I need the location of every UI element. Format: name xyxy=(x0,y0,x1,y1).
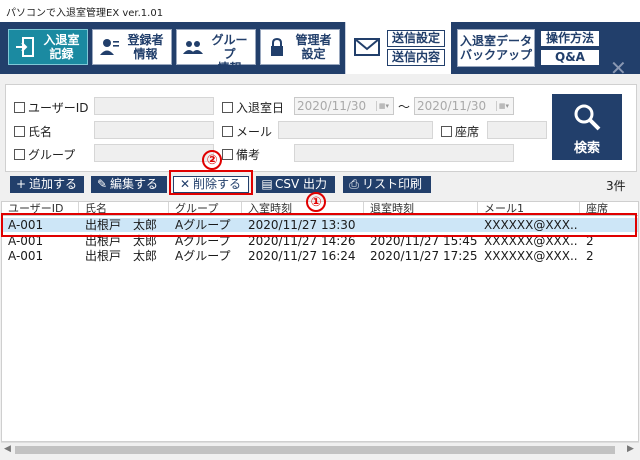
group-icon xyxy=(183,41,203,54)
plus-icon: + xyxy=(15,177,27,191)
group-cell: Aグループ xyxy=(175,249,231,263)
add-button[interactable]: + 追加する xyxy=(10,176,84,193)
edit-label: 編集する xyxy=(110,177,159,191)
checkbox[interactable] xyxy=(222,126,233,137)
delete-button-highlight xyxy=(169,170,253,195)
backup-button[interactable]: 入退室データ バックアップ xyxy=(457,29,535,67)
user-id-label: ユーザーID xyxy=(28,101,89,115)
close-icon[interactable]: ✕ xyxy=(610,58,627,78)
remarks-input[interactable] xyxy=(294,144,514,162)
mail-icon xyxy=(354,38,380,56)
remarks-filter[interactable]: 備考 xyxy=(222,146,260,163)
seat-label: 座席 xyxy=(455,125,480,139)
lock-icon xyxy=(271,37,283,56)
exit-time-cell: 2020/11/27 17:25 xyxy=(370,249,478,263)
checkbox[interactable] xyxy=(14,149,25,160)
admin-settings-label: 管理者 設定 xyxy=(295,33,332,61)
checkbox[interactable] xyxy=(14,126,25,137)
date-from-picker[interactable]: 2020/11/30 ▦▾ xyxy=(294,97,394,115)
date-to-value: 2020/11/30 xyxy=(417,99,487,113)
name-label: 氏名 xyxy=(28,125,53,139)
seat-input[interactable] xyxy=(487,121,547,139)
selected-row-highlight xyxy=(1,213,637,237)
date-to-picker[interactable]: 2020/11/30 ▦▾ xyxy=(414,97,514,115)
checkbox[interactable] xyxy=(222,149,233,160)
name-cell: 出根戸 太郎 xyxy=(85,249,158,263)
register-info-button[interactable]: 登録者 情報 xyxy=(92,29,172,65)
seat-cell: 2 xyxy=(586,249,594,263)
window-title: パソコンで入退室管理EX ver.1.01 xyxy=(6,8,164,19)
add-label: 追加する xyxy=(29,177,78,191)
calendar-dropdown-icon[interactable]: ▦▾ xyxy=(496,101,511,111)
file-icon: ▤ xyxy=(261,177,273,191)
print-label: リスト印刷 xyxy=(362,177,423,191)
scroll-right-icon[interactable]: ▶ xyxy=(627,444,634,454)
entry-record-label: 入退室 記録 xyxy=(43,33,80,61)
csv-label: CSV 出力 xyxy=(275,177,328,191)
callout-1: ① xyxy=(306,192,326,212)
group-input[interactable] xyxy=(94,144,214,162)
checkbox[interactable] xyxy=(441,126,452,137)
print-list-button[interactable]: ⎙ リスト印刷 xyxy=(343,176,431,193)
group-info-label: グループ 情報 xyxy=(211,33,248,75)
table-row[interactable]: A-001 出根戸 太郎 Aグループ 2020/11/27 16:24 2020… xyxy=(2,249,638,263)
scroll-left-icon[interactable]: ◀ xyxy=(4,444,11,454)
group-label: グループ xyxy=(28,148,76,162)
door-enter-icon xyxy=(16,37,34,57)
entry-date-label: 入退室日 xyxy=(236,101,285,115)
records-table: ユーザーID 氏名 グループ 入室時刻 退室時刻 メール1 座席 A-001 出… xyxy=(1,201,639,442)
admin-settings-button[interactable]: 管理者 設定 xyxy=(260,29,340,65)
user-id-cell: A-001 xyxy=(8,249,44,263)
calendar-dropdown-icon[interactable]: ▦▾ xyxy=(376,101,391,111)
entry-record-button[interactable]: 入退室 記録 xyxy=(8,29,88,65)
search-icon xyxy=(574,104,601,131)
horizontal-scrollbar[interactable]: ◀ ▶ xyxy=(1,442,639,457)
send-content-button[interactable]: 送信内容 xyxy=(387,49,445,66)
scroll-thumb[interactable] xyxy=(15,446,615,454)
search-button[interactable]: 検索 xyxy=(552,94,622,160)
register-info-label: 登録者 情報 xyxy=(127,33,164,61)
pencil-icon: ✎ xyxy=(96,177,108,191)
callout-2: ② xyxy=(202,150,222,170)
name-filter[interactable]: 氏名 xyxy=(14,123,52,140)
mail-cell: XXXXXX@XXX... xyxy=(484,249,578,263)
backup-label: 入退室データ バックアップ xyxy=(460,34,533,62)
qa-button[interactable]: Q&A xyxy=(540,49,600,66)
date-range-tilde: 〜 xyxy=(398,100,411,114)
record-count: 3件 xyxy=(606,179,626,193)
email-input[interactable] xyxy=(278,121,433,139)
checkbox[interactable] xyxy=(14,102,25,113)
group-info-button[interactable]: グループ 情報 xyxy=(176,29,256,75)
printer-icon: ⎙ xyxy=(349,177,359,191)
search-button-label: 検索 xyxy=(573,141,600,156)
name-input[interactable] xyxy=(94,121,214,139)
csv-export-button[interactable]: ▤ CSV 出力 xyxy=(256,176,335,193)
user-id-filter[interactable]: ユーザーID xyxy=(14,99,89,116)
edit-button[interactable]: ✎ 編集する xyxy=(91,176,167,193)
email-filter[interactable]: メール xyxy=(222,123,272,140)
title-bar: パソコンで入退室管理EX ver.1.01 xyxy=(0,0,640,23)
email-label: メール xyxy=(236,125,273,139)
group-filter[interactable]: グループ xyxy=(14,146,75,163)
entry-time-cell: 2020/11/27 16:24 xyxy=(248,249,356,263)
entry-date-filter[interactable]: 入退室日 xyxy=(222,99,284,116)
checkbox[interactable] xyxy=(222,102,233,113)
how-to-button[interactable]: 操作方法 xyxy=(540,30,600,47)
send-settings-button[interactable]: 送信設定 xyxy=(387,30,445,47)
date-from-value: 2020/11/30 xyxy=(297,99,367,113)
seat-filter[interactable]: 座席 xyxy=(441,123,479,140)
user-icon xyxy=(100,39,119,55)
remarks-label: 備考 xyxy=(236,148,261,162)
user-id-input[interactable] xyxy=(94,97,214,115)
